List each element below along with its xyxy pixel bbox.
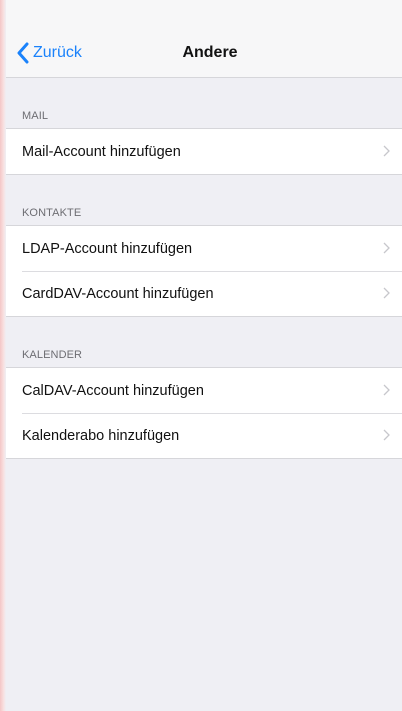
section-header-mail: MAIL — [22, 110, 49, 122]
section-group-contacts: LDAP-Account hinzufügen CardDAV-Account … — [6, 225, 402, 317]
chevron-right-icon — [383, 287, 390, 299]
list-item-add-calendar-subscription[interactable]: Kalenderabo hinzufügen — [6, 413, 402, 458]
list-item-add-ldap-account[interactable]: LDAP-Account hinzufügen — [6, 226, 402, 271]
list-item-label: CardDAV-Account hinzufügen — [22, 285, 214, 302]
section-header-calendar: KALENDER — [22, 349, 83, 361]
section-group-calendar: CalDAV-Account hinzufügen Kalenderabo hi… — [6, 367, 402, 459]
list-item-label: LDAP-Account hinzufügen — [22, 240, 193, 257]
list-item-label: Mail-Account hinzufügen — [22, 143, 181, 160]
page-title: Andere — [6, 40, 402, 66]
chevron-right-icon — [383, 429, 390, 441]
chevron-right-icon — [383, 242, 390, 254]
list-item-label: Kalenderabo hinzufügen — [22, 427, 180, 444]
list-item-add-caldav-account[interactable]: CalDAV-Account hinzufügen — [6, 368, 402, 413]
chevron-right-icon — [383, 384, 390, 396]
section-group-mail: Mail-Account hinzufügen — [6, 128, 402, 175]
chevron-right-icon — [383, 145, 390, 157]
navigation-bar: Zurück Andere — [6, 0, 402, 78]
list-item-add-carddav-account[interactable]: CardDAV-Account hinzufügen — [6, 271, 402, 316]
section-header-contacts: KONTAKTE — [22, 207, 82, 219]
list-item-add-mail-account[interactable]: Mail-Account hinzufügen — [6, 129, 402, 174]
page-title-text: Andere — [182, 44, 238, 61]
settings-list: MAIL Mail-Account hinzufügen KONTAKTE LD… — [6, 78, 402, 459]
list-item-label: CalDAV-Account hinzufügen — [22, 382, 204, 399]
